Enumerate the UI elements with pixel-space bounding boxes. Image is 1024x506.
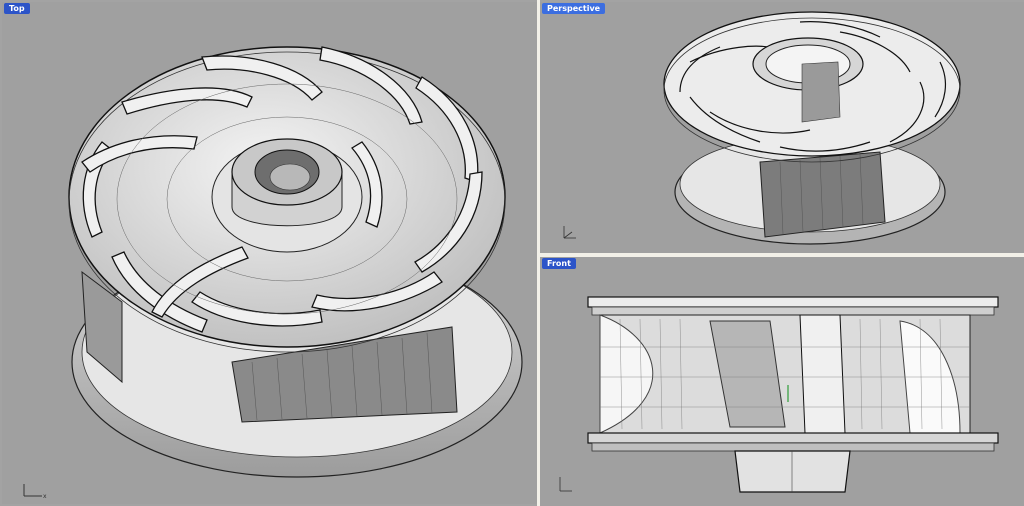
impeller-render-top xyxy=(68,46,523,478)
axis-triad-icon xyxy=(563,226,576,239)
viewport-front[interactable]: Front xyxy=(540,257,1024,506)
viewport-perspective[interactable]: Perspective xyxy=(540,2,1024,253)
viewport-tab-front[interactable]: Front xyxy=(542,258,576,269)
impeller-render-front xyxy=(587,296,999,493)
rhino-window: Top x Perspective Front xyxy=(0,0,1024,506)
svg-text:x: x xyxy=(43,493,47,500)
impeller-render-perspective xyxy=(663,11,961,245)
viewport-top[interactable]: Top x xyxy=(2,2,537,504)
viewport-tab-perspective[interactable]: Perspective xyxy=(542,3,606,14)
viewport-tab-top[interactable]: Top xyxy=(4,3,30,14)
axis-triad-icon xyxy=(559,477,572,492)
viewport-divider-horizontal[interactable] xyxy=(540,253,1024,257)
axis-triad-icon: x xyxy=(23,484,47,500)
